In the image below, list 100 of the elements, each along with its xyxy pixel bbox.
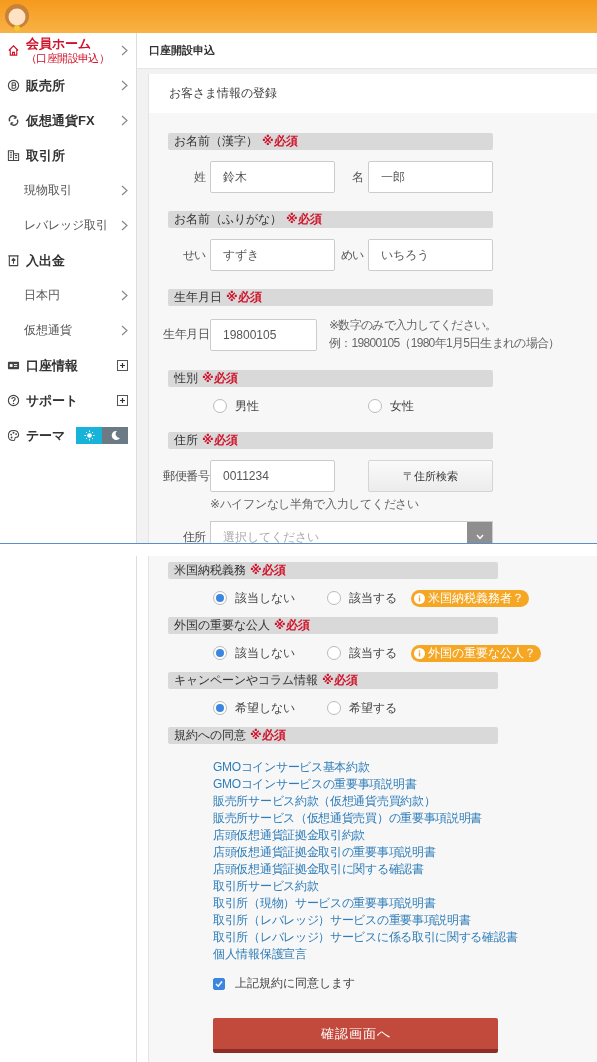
radio-button[interactable] bbox=[327, 701, 341, 715]
form-title: お客さま情報の登録 bbox=[149, 74, 597, 113]
required-mark: ※必須 bbox=[202, 432, 238, 449]
item-note: （口座開設申込） bbox=[26, 51, 111, 66]
radio-button[interactable] bbox=[213, 646, 227, 660]
section-label: 住所 bbox=[174, 432, 198, 449]
item-label: 入出金 bbox=[26, 251, 66, 270]
field-label: 姓 bbox=[193, 169, 207, 185]
sidebar-item[interactable]: 入出金 bbox=[0, 243, 136, 278]
radio-button[interactable] bbox=[213, 701, 227, 715]
sidebar-icon bbox=[7, 359, 20, 372]
sidebar-item[interactable]: 仮想通貨 bbox=[0, 313, 136, 348]
radio-button[interactable] bbox=[327, 591, 341, 605]
light-mode-button[interactable] bbox=[76, 427, 102, 444]
option-label: 該当しない bbox=[235, 644, 295, 662]
field-label: 生年月日 bbox=[163, 327, 210, 342]
sidebar-item[interactable]: 取引所 bbox=[0, 138, 136, 173]
hint-text: 例：19800105（1980年1月5日生まれの場合） bbox=[329, 335, 560, 352]
item-label: 現物取引 bbox=[23, 182, 73, 199]
plus-icon[interactable] bbox=[117, 395, 128, 406]
text-field[interactable]: いちろう bbox=[368, 239, 493, 271]
terms-link[interactable]: 店頭仮想通貨証拠金取引に関する確認書 bbox=[213, 861, 518, 878]
page-title: 口座開設申込 bbox=[137, 33, 597, 69]
sidebar-icon bbox=[7, 394, 20, 407]
option-label: 女性 bbox=[390, 397, 414, 415]
required-mark: ※必須 bbox=[202, 370, 238, 387]
caret-icon bbox=[475, 534, 484, 540]
field-label: めい bbox=[339, 247, 365, 263]
sidebar-icon bbox=[7, 254, 20, 267]
item-label: 口座情報 bbox=[26, 356, 79, 375]
sidebar-item[interactable]: レバレッジ取引 bbox=[0, 208, 136, 243]
radio-button[interactable] bbox=[327, 646, 341, 660]
field-label: 名 bbox=[351, 169, 365, 185]
terms-link[interactable]: 販売所サービス（仮想通貨売買）の重要事項説明書 bbox=[213, 810, 518, 827]
plus-icon[interactable] bbox=[117, 360, 128, 371]
sidebar-item[interactable]: 日本円 bbox=[0, 278, 136, 313]
sidebar-item[interactable]: 販売所 bbox=[0, 68, 136, 103]
section-label: お名前（漢字） bbox=[174, 133, 258, 150]
sidebar-item[interactable]: 現物取引 bbox=[0, 173, 136, 208]
terms-link[interactable]: 販売所サービス約款（仮想通貨売買約款） bbox=[213, 793, 518, 810]
radio-button[interactable] bbox=[213, 591, 227, 605]
terms-link[interactable]: 取引所（レバレッジ）サービスに係る取引に関する確認書 bbox=[213, 929, 518, 946]
field-label: せい bbox=[181, 247, 207, 263]
sidebar-item[interactable]: 会員ホーム （口座開設申込） bbox=[0, 33, 136, 68]
hint-text: ※数字のみで入力してください。 bbox=[329, 317, 498, 334]
text-field[interactable]: すずき bbox=[210, 239, 335, 271]
text-field[interactable]: 0011234 bbox=[210, 460, 335, 492]
item-label: 日本円 bbox=[23, 287, 61, 304]
text-field[interactable]: 鈴木 bbox=[210, 161, 335, 193]
item-label: テーマ bbox=[26, 426, 66, 445]
sidebar-icon bbox=[7, 149, 20, 162]
option-label: 男性 bbox=[235, 397, 259, 415]
field-label: 住所 bbox=[181, 529, 207, 543]
text-field[interactable]: 19800105 bbox=[210, 318, 317, 351]
radio-button[interactable] bbox=[368, 399, 382, 413]
avatar-icon[interactable] bbox=[3, 2, 31, 31]
sidebar-icon bbox=[7, 44, 20, 57]
item-label: 仮想通貨FX bbox=[26, 111, 96, 130]
option-label: 該当する bbox=[349, 644, 397, 662]
sidebar-item[interactable]: 仮想通貨FX bbox=[0, 103, 136, 138]
required-mark: ※必須 bbox=[250, 727, 286, 744]
terms-link[interactable]: 取引所（レバレッジ）サービスの重要事項説明書 bbox=[213, 912, 518, 929]
confirm-button[interactable]: 確認画面へ bbox=[213, 1018, 498, 1053]
address-search-button[interactable]: 〒住所検索 bbox=[368, 460, 493, 492]
sidebar-icon bbox=[7, 79, 20, 92]
item-label: レバレッジ取引 bbox=[23, 217, 109, 234]
terms-link[interactable]: 取引所（現物）サービスの重要事項説明書 bbox=[213, 895, 518, 912]
sun-icon bbox=[83, 430, 95, 441]
checkbox-label: 上記規約に同意します bbox=[235, 975, 355, 992]
text-field[interactable]: 一郎 bbox=[368, 161, 493, 193]
required-mark: ※必須 bbox=[226, 289, 262, 306]
item-label: 取引所 bbox=[26, 146, 66, 165]
terms-link[interactable]: 取引所サービス約款 bbox=[213, 878, 518, 895]
section-label: 性別 bbox=[174, 370, 198, 387]
required-mark: ※必須 bbox=[286, 211, 322, 228]
terms-link[interactable]: GMOコインサービスの重要事項説明書 bbox=[213, 776, 518, 793]
sidebar-item[interactable]: 口座情報 bbox=[0, 348, 136, 383]
option-label: 該当しない bbox=[235, 589, 295, 607]
section-label: 外国の重要な公人 bbox=[174, 617, 270, 634]
radio-button[interactable] bbox=[213, 399, 227, 413]
item-label: 会員ホーム bbox=[26, 35, 92, 51]
terms-link[interactable]: 個人情報保護宣言 bbox=[213, 946, 518, 963]
checkbox[interactable] bbox=[213, 977, 225, 990]
terms-link[interactable]: GMOコインサービス基本約款 bbox=[213, 759, 518, 776]
required-mark: ※必須 bbox=[262, 133, 298, 150]
hint-text: ※ハイフンなし半角で入力してください bbox=[210, 496, 420, 513]
sidebar-item[interactable]: サポート bbox=[0, 383, 136, 418]
option-label: 希望する bbox=[349, 699, 397, 717]
field-label: 郵便番号 bbox=[163, 468, 210, 484]
dark-mode-button[interactable] bbox=[102, 427, 128, 444]
terms-link[interactable]: 店頭仮想通貨証拠金取引約款 bbox=[213, 827, 518, 844]
option-label: 希望しない bbox=[235, 699, 295, 717]
section-label: 米国納税義務 bbox=[174, 562, 246, 579]
section-label: 規約への同意 bbox=[174, 727, 246, 744]
terms-link[interactable]: 店頭仮想通貨証拠金取引の重要事項説明書 bbox=[213, 844, 518, 861]
required-mark: ※必須 bbox=[250, 562, 286, 579]
sidebar-icon bbox=[7, 429, 20, 442]
sidebar-item[interactable]: テーマ bbox=[0, 418, 136, 453]
item-label: 販売所 bbox=[26, 76, 66, 95]
sidebar-icon bbox=[7, 114, 20, 127]
